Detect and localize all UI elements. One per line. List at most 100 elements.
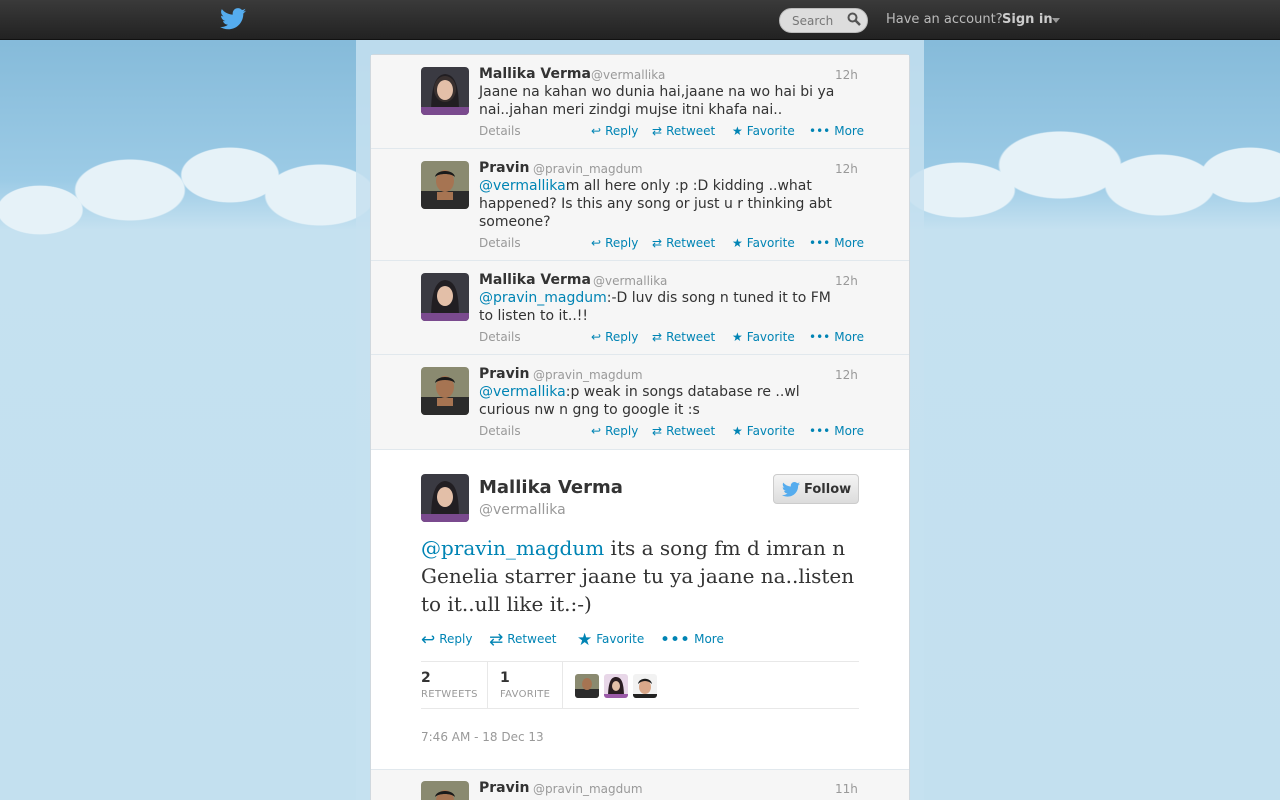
more-label: More — [834, 330, 864, 344]
favorite-button[interactable]: ★ Favorite — [732, 424, 795, 438]
favorite-label: Favorite — [596, 632, 645, 646]
avatar[interactable] — [604, 674, 628, 698]
tweet-author-handle[interactable]: @vermallika — [591, 68, 665, 82]
top-navigation-bar: Search Have an account? Sign in — [0, 0, 1280, 40]
retweet-button[interactable]: ⇄ Retweet — [652, 424, 715, 438]
reply-label: Reply — [605, 424, 639, 438]
favorite-button[interactable]: ★ Favorite — [732, 236, 795, 250]
details-link[interactable]: Details — [479, 330, 521, 344]
more-label: More — [834, 124, 864, 138]
more-dots-icon: ••• — [809, 236, 831, 250]
retweet-label: Retweet — [666, 124, 716, 138]
tweet-author-name[interactable]: Pravin — [479, 366, 530, 382]
tweet-author-name[interactable]: Mallika Verma — [479, 272, 591, 288]
tweet-time[interactable]: 12h — [835, 162, 858, 176]
reply-label: Reply — [605, 236, 639, 250]
tweet-text: @vermallika:p weak in songs database re … — [479, 383, 839, 419]
retweet-button[interactable]: ⇄ Retweet — [652, 236, 715, 250]
reply-button[interactable]: ↩ Reply — [591, 330, 638, 344]
tweet-item[interactable]: Mallika Verma @vermallika 12h @pravin_ma… — [371, 261, 909, 355]
tweet-text: @pravin_magdum its a song fm d imran n G… — [421, 534, 861, 618]
retweet-icon: ⇄ — [652, 330, 663, 344]
retweet-label: Retweet — [666, 424, 716, 438]
more-button[interactable]: ••• More — [809, 236, 864, 250]
reply-button[interactable]: ↩ Reply — [591, 236, 638, 250]
tweet-time[interactable]: 12h — [835, 68, 858, 82]
reply-label: Reply — [605, 330, 639, 344]
twitter-bird-logo-icon[interactable] — [220, 8, 246, 30]
retweet-icon: ⇄ — [652, 124, 663, 138]
tweet-author-name[interactable]: Pravin — [479, 780, 530, 796]
more-button[interactable]: ••• More — [809, 330, 864, 344]
tweet-item[interactable]: Pravin @pravin_magdum 12h @vermallikam a… — [371, 149, 909, 261]
tweet-item[interactable]: Mallika Verma @vermallika 12h Jaane na k… — [371, 55, 909, 149]
tweet-mention[interactable]: @vermallika — [479, 384, 566, 400]
permalink-tweet: Mallika Verma @vermallika Follow @pravin… — [371, 450, 909, 770]
reply-icon: ↩ — [591, 124, 602, 138]
tweet-author-handle[interactable]: @pravin_magdum — [533, 368, 643, 382]
more-dots-icon: ••• — [660, 630, 691, 650]
search-icon[interactable] — [847, 12, 861, 26]
avatar[interactable] — [421, 367, 469, 415]
more-button[interactable]: ••• More — [809, 124, 864, 138]
tweet-body: Jaane na kahan wo dunia hai,jaane na wo … — [479, 84, 835, 118]
tweet-author-handle[interactable]: @pravin_magdum — [533, 162, 643, 176]
favorite-button[interactable]: ★ Favorite — [732, 330, 795, 344]
avatar[interactable] — [633, 674, 657, 698]
tweet-item[interactable]: Pravin @pravin_magdum 11h — [371, 769, 909, 800]
tweet-text: @pravin_magdum:-D luv dis song n tuned i… — [479, 289, 839, 325]
tweet-author-name[interactable]: Pravin — [479, 160, 530, 176]
reply-label: Reply — [605, 124, 639, 138]
sign-in-link[interactable]: Sign in — [1002, 12, 1053, 27]
reply-button[interactable]: ↩ Reply — [421, 630, 472, 650]
tweet-text: @vermallikam all here only :p :D kidding… — [479, 177, 839, 231]
stats-divider — [562, 662, 563, 709]
tweet-author-handle[interactable]: @vermallika — [593, 274, 667, 288]
favorite-button[interactable]: ★ Favorite — [732, 124, 795, 138]
tweet-time[interactable]: 12h — [835, 368, 858, 382]
tweet-mention[interactable]: @pravin_magdum — [421, 536, 604, 560]
more-dots-icon: ••• — [809, 124, 831, 138]
star-icon: ★ — [577, 630, 593, 650]
retweets-count[interactable]: 2 — [421, 670, 431, 686]
avatar[interactable] — [421, 781, 469, 800]
reply-label: Reply — [439, 632, 473, 646]
retweet-label: Retweet — [666, 330, 716, 344]
tweet-time[interactable]: 11h — [835, 782, 858, 796]
tweet-mention[interactable]: @vermallika — [479, 178, 566, 194]
favorite-button[interactable]: ★ Favorite — [577, 630, 644, 650]
reply-button[interactable]: ↩ Reply — [591, 424, 638, 438]
tweet-author-handle[interactable]: @pravin_magdum — [533, 782, 643, 796]
tweet-time[interactable]: 12h — [835, 274, 858, 288]
star-icon: ★ — [732, 330, 743, 344]
more-button[interactable]: ••• More — [660, 630, 724, 650]
reply-button[interactable]: ↩ Reply — [591, 124, 638, 138]
details-link[interactable]: Details — [479, 424, 521, 438]
avatar[interactable] — [421, 474, 469, 522]
avatar[interactable] — [421, 67, 469, 115]
tweet-item[interactable]: Pravin @pravin_magdum 12h @vermallika:p … — [371, 355, 909, 450]
star-icon: ★ — [732, 236, 743, 250]
favorites-count[interactable]: 1 — [500, 670, 510, 686]
details-link[interactable]: Details — [479, 236, 521, 250]
more-button[interactable]: ••• More — [809, 424, 864, 438]
retweet-button[interactable]: ⇄ Retweet — [652, 124, 715, 138]
tweet-author-handle[interactable]: @vermallika — [479, 502, 566, 518]
favorite-label: Favorite — [746, 424, 795, 438]
chevron-down-icon[interactable] — [1052, 18, 1060, 23]
avatar[interactable] — [575, 674, 599, 698]
follow-button[interactable]: Follow — [773, 474, 859, 504]
retweets-label[interactable]: RETWEETS — [421, 689, 478, 700]
retweet-button[interactable]: ⇄ Retweet — [489, 630, 556, 650]
favorites-label[interactable]: FAVORITE — [500, 689, 550, 700]
tweet-timestamp[interactable]: 7:46 AM - 18 Dec 13 — [421, 730, 544, 744]
details-link[interactable]: Details — [479, 124, 521, 138]
tweet-mention[interactable]: @pravin_magdum — [479, 290, 607, 306]
favorite-label: Favorite — [746, 124, 795, 138]
reply-icon: ↩ — [591, 330, 602, 344]
tweet-author-name[interactable]: Mallika Verma — [479, 66, 591, 82]
retweet-button[interactable]: ⇄ Retweet — [652, 330, 715, 344]
avatar[interactable] — [421, 273, 469, 321]
tweet-author-name[interactable]: Mallika Verma — [479, 477, 623, 498]
avatar[interactable] — [421, 161, 469, 209]
